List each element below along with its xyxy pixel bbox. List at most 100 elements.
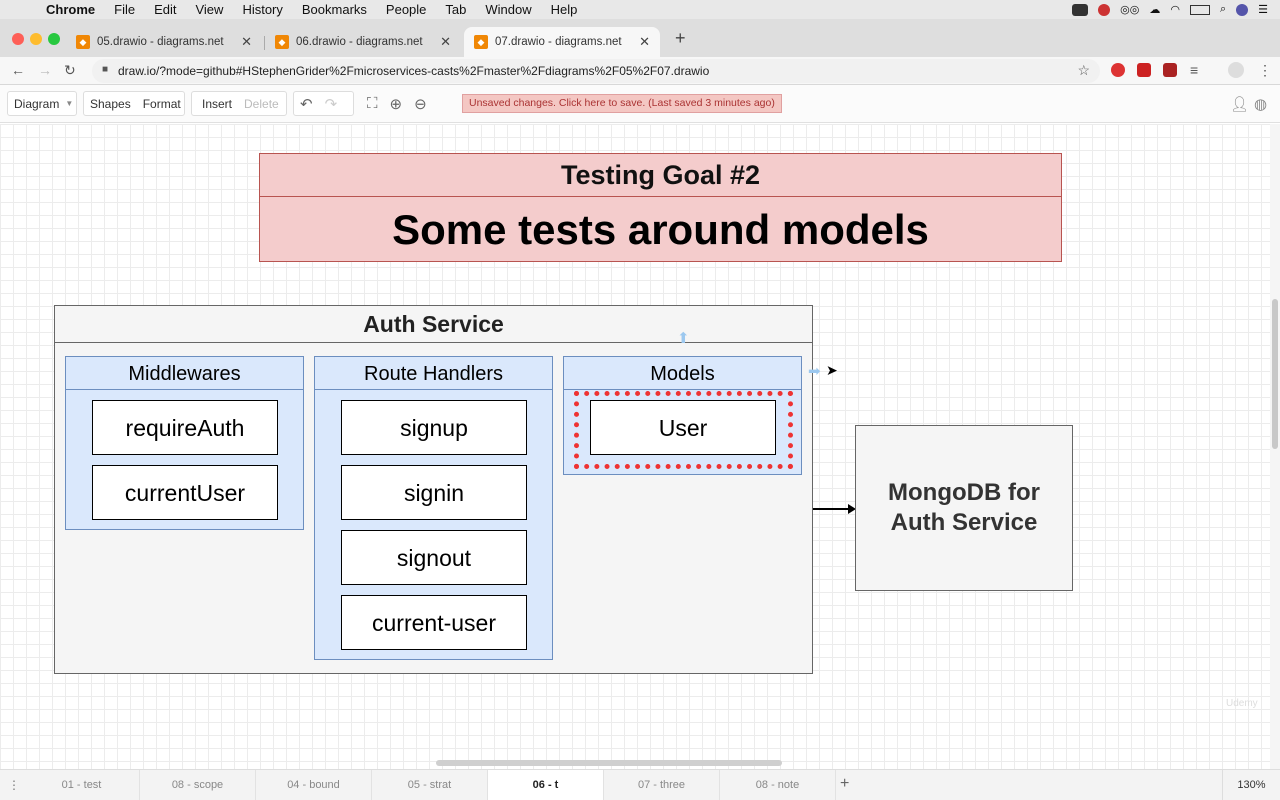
goal-subtitle: Some tests around models <box>392 206 929 253</box>
signup-box[interactable]: signup <box>341 400 527 455</box>
address-bar[interactable]: ■ draw.io/?mode=github#HStephenGrider%2F… <box>92 59 1100 83</box>
notification-center-icon[interactable]: ☰ <box>1258 3 1268 16</box>
delete-button[interactable]: Delete <box>238 97 285 111</box>
mongodb-label-line1: MongoDB for <box>888 479 1040 506</box>
browser-tab-05[interactable]: ◆ 05.drawio - diagrams.net ✕ <box>66 27 262 57</box>
format-button[interactable]: Format <box>137 97 187 111</box>
current-user-route-box[interactable]: current-user <box>341 595 527 650</box>
page-tab-active[interactable]: 06 - t <box>488 770 604 800</box>
glasses-icon[interactable]: ◎◎ <box>1120 3 1139 16</box>
mongodb-box[interactable]: MongoDB for Auth Service <box>855 425 1073 591</box>
menu-window[interactable]: Window <box>485 2 531 17</box>
diagram-menu-group: Diagram ▼ <box>7 91 77 116</box>
extension-red-icon[interactable] <box>1137 63 1151 77</box>
zoom-in-icon[interactable]: ⊕ <box>384 95 409 113</box>
siri-icon[interactable] <box>1236 3 1249 16</box>
page-tab[interactable]: 04 - bound <box>256 770 372 800</box>
language-globe-icon[interactable]: ◍ <box>1254 95 1267 113</box>
unsaved-changes-notice[interactable]: Unsaved changes. Click here to save. (La… <box>462 94 782 113</box>
redo-icon[interactable]: ↷ <box>319 95 344 113</box>
history-group: ↶ ↷ <box>293 91 354 116</box>
diagram-menu-button[interactable]: Diagram <box>8 97 65 111</box>
vpn-icon[interactable] <box>1098 3 1111 16</box>
connect-arrow-right-icon[interactable]: ➡ <box>808 362 821 380</box>
diagram-canvas[interactable]: Testing Goal #2 Some tests around models… <box>0 124 1270 769</box>
chrome-menu-icon[interactable]: ⋮ <box>1258 62 1272 79</box>
close-tab-icon[interactable]: ✕ <box>440 34 451 50</box>
minimize-window-button[interactable] <box>30 33 42 45</box>
zoom-window-button[interactable] <box>48 33 60 45</box>
middlewares-lane[interactable]: Middlewares requireAuth currentUser <box>65 356 304 530</box>
models-lane[interactable]: Models User <box>563 356 802 475</box>
spotlight-search-icon[interactable]: ⌕ <box>1220 3 1226 16</box>
browser-tab-07[interactable]: ◆ 07.drawio - diagrams.net ✕ <box>464 27 660 57</box>
extension-shield-icon[interactable] <box>1111 63 1125 77</box>
menu-people[interactable]: People <box>386 2 426 17</box>
profile-avatar[interactable] <box>1228 62 1244 78</box>
connect-arrow-up-icon[interactable]: ⬆ <box>677 329 690 347</box>
browser-tab-06[interactable]: ◆ 06.drawio - diagrams.net ✕ <box>265 27 461 57</box>
page-tab[interactable]: 07 - three <box>604 770 720 800</box>
extension-list-icon[interactable]: ≡ <box>1190 62 1198 78</box>
page-tab[interactable]: 08 - scope <box>140 770 256 800</box>
menu-bookmarks[interactable]: Bookmarks <box>302 2 367 17</box>
cloud-icon[interactable]: ☁ <box>1149 3 1160 16</box>
testing-goal-box[interactable]: Testing Goal #2 Some tests around models <box>259 153 1062 262</box>
zoom-out-icon[interactable]: ⊖ <box>408 95 433 113</box>
goal-title: Testing Goal #2 <box>260 154 1061 197</box>
reload-icon[interactable]: ↻ <box>64 62 76 79</box>
signin-box[interactable]: signin <box>341 465 527 520</box>
tab-title: 05.drawio - diagrams.net <box>97 36 224 48</box>
page-tab[interactable]: 01 - test <box>24 770 140 800</box>
menu-tab[interactable]: Tab <box>445 2 466 17</box>
pages-menu-icon[interactable]: ⋮ <box>8 778 20 792</box>
route-handlers-lane[interactable]: Route Handlers signup signin signout cur… <box>314 356 553 660</box>
udemy-watermark: Udemy <box>1226 698 1258 709</box>
lock-icon: ■ <box>102 64 109 75</box>
page-tab[interactable]: 08 - note <box>720 770 836 800</box>
undo-icon[interactable]: ↶ <box>294 95 319 113</box>
menu-file[interactable]: File <box>114 2 135 17</box>
status-icons: ◎◎ ☁ ◠ ⌕ ☰ <box>1072 0 1268 19</box>
user-icon[interactable]: 👤︎ <box>1230 95 1249 113</box>
mongodb-label-line2: Auth Service <box>890 509 1038 536</box>
menu-app-chrome[interactable]: Chrome <box>46 2 95 17</box>
connector-line[interactable] <box>813 508 849 510</box>
battery-icon[interactable] <box>1189 4 1210 15</box>
fullscreen-icon[interactable]: ⛶ <box>361 95 384 112</box>
shapes-button[interactable]: Shapes <box>84 97 137 111</box>
wifi-icon[interactable]: ◠ <box>1170 3 1180 16</box>
require-auth-box[interactable]: requireAuth <box>92 400 278 455</box>
insert-button[interactable]: Insert <box>192 97 238 111</box>
url-text[interactable]: draw.io/?mode=github#HStephenGrider%2Fmi… <box>118 64 709 78</box>
close-tab-icon[interactable]: ✕ <box>241 34 252 50</box>
bookmark-star-icon[interactable]: ☆ <box>1077 62 1090 79</box>
mouse-cursor-icon: ➤ <box>826 362 838 378</box>
close-tab-icon[interactable]: ✕ <box>639 34 650 50</box>
menu-history[interactable]: History <box>242 2 282 17</box>
zoom-level[interactable]: 130% <box>1222 770 1280 800</box>
user-model-box[interactable]: User <box>590 400 776 455</box>
forward-icon[interactable]: → <box>38 62 52 78</box>
extension-badge-icon[interactable] <box>1163 63 1177 77</box>
lane-title: Route Handlers <box>315 357 552 390</box>
menu-view[interactable]: View <box>195 2 223 17</box>
auth-service-container[interactable]: Auth Service Middlewares requireAuth cur… <box>54 305 813 674</box>
vertical-scrollbar[interactable] <box>1270 124 1280 769</box>
horizontal-scroll-thumb[interactable] <box>436 760 782 766</box>
tab-title: 06.drawio - diagrams.net <box>296 36 423 48</box>
signout-box[interactable]: signout <box>341 530 527 585</box>
add-page-icon[interactable]: + <box>840 775 849 793</box>
current-user-box[interactable]: currentUser <box>92 465 278 520</box>
lane-title: Models <box>564 357 801 390</box>
new-tab-icon[interactable]: + <box>675 28 686 49</box>
close-window-button[interactable] <box>12 33 24 45</box>
vertical-scroll-thumb[interactable] <box>1272 299 1278 449</box>
chevron-down-icon: ▼ <box>65 99 74 108</box>
menu-edit[interactable]: Edit <box>154 2 176 17</box>
back-icon[interactable]: ← <box>11 62 25 78</box>
drawio-favicon-icon: ◆ <box>474 35 488 49</box>
menu-help[interactable]: Help <box>551 2 578 17</box>
page-tab[interactable]: 05 - strat <box>372 770 488 800</box>
docker-icon[interactable] <box>1072 3 1089 16</box>
